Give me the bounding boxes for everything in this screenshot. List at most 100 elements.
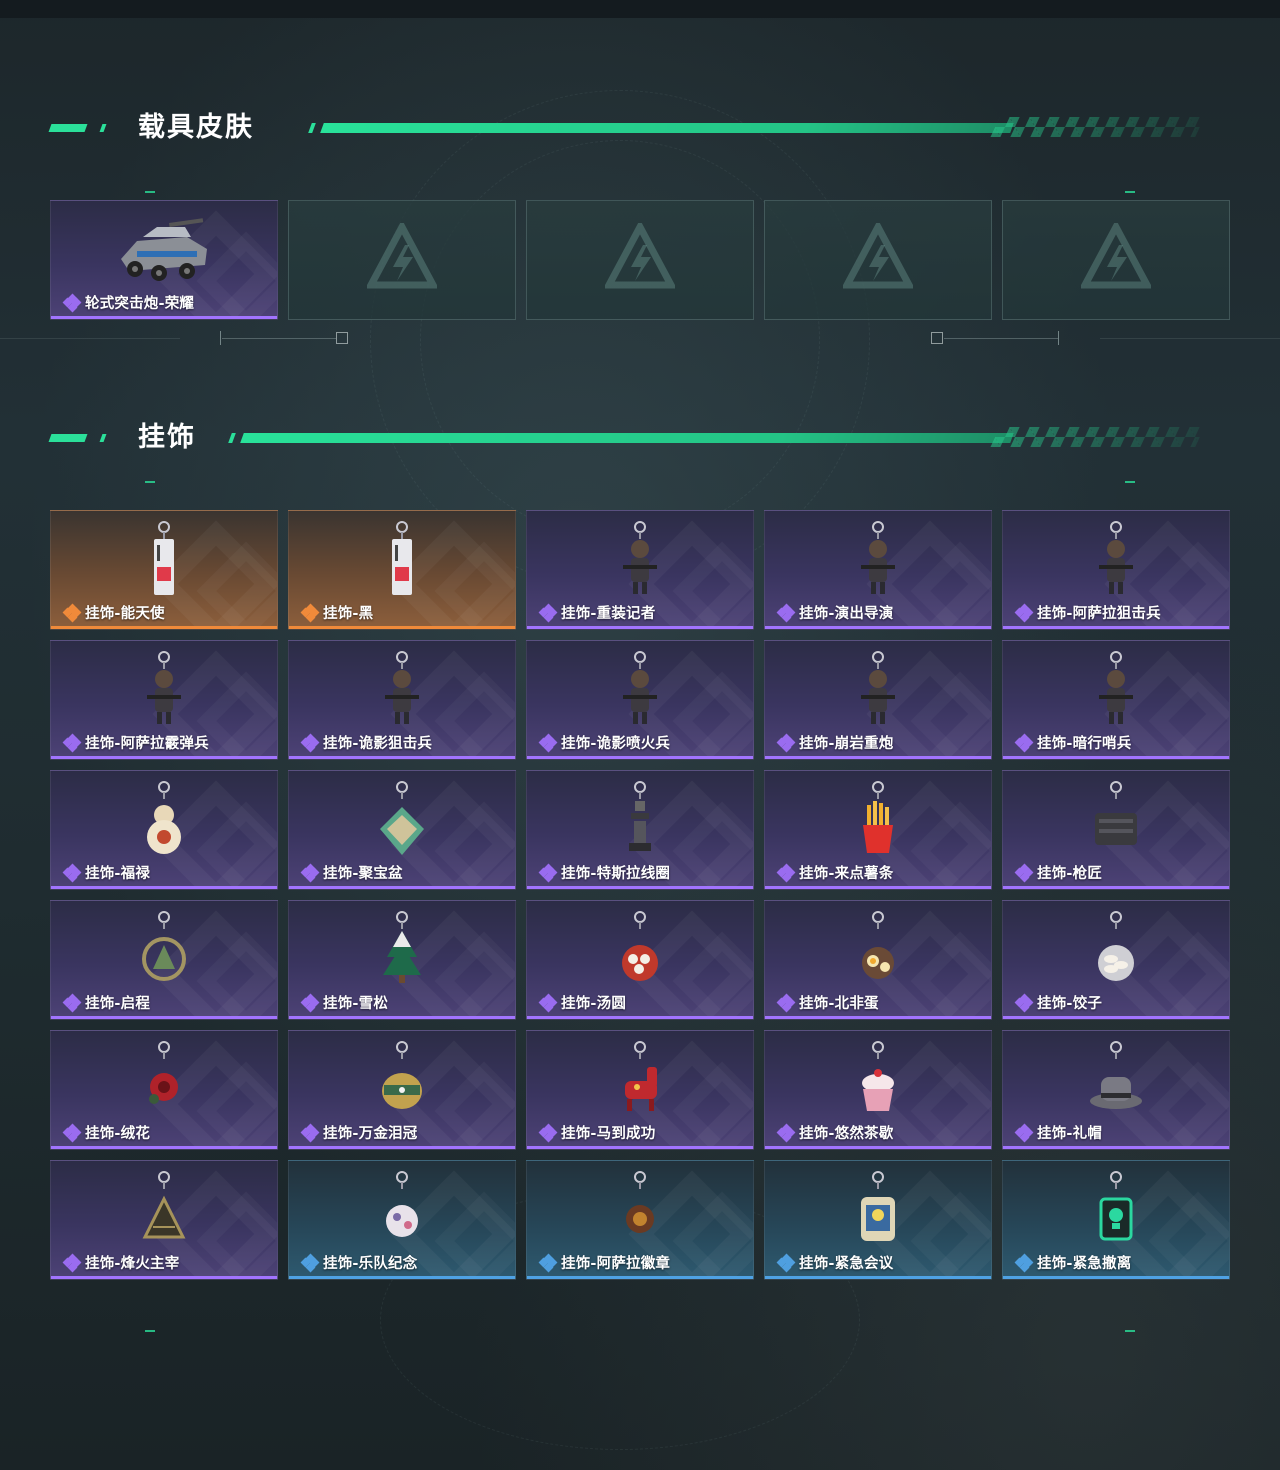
rarity-bar	[765, 1146, 991, 1149]
header-accent-dash	[48, 124, 88, 132]
game-logo-icon	[603, 219, 677, 293]
header-accent-bar	[240, 433, 1014, 443]
item-card[interactable]: 挂饰-暗行哨兵	[1002, 640, 1230, 760]
bowl-charm-icon	[585, 907, 695, 993]
divider-tick	[220, 331, 221, 345]
item-card[interactable]: 挂饰-乐队纪念	[288, 1160, 516, 1280]
rarity-bar	[289, 626, 515, 629]
rarity-icon	[538, 993, 558, 1012]
rarity-icon	[776, 1123, 796, 1142]
rarity-bar	[289, 886, 515, 889]
item-card[interactable]: 挂饰-紧急会议	[764, 1160, 992, 1280]
rarity-bar	[1003, 756, 1229, 759]
rarity-bar	[765, 1276, 991, 1279]
item-label: 挂饰-演出导演	[776, 602, 894, 623]
rarity-bar	[765, 626, 991, 629]
rarity-icon	[62, 293, 82, 312]
badge-charm-icon	[347, 1167, 457, 1253]
item-card[interactable]: 挂饰-阿萨拉霰弹兵	[50, 640, 278, 760]
empty-slot	[288, 200, 516, 320]
rarity-icon	[1014, 733, 1034, 752]
rarity-bar	[1003, 626, 1229, 629]
rarity-icon	[776, 863, 796, 882]
rarity-icon	[1014, 863, 1034, 882]
rarity-icon	[1014, 603, 1034, 622]
item-label: 挂饰-福禄	[62, 862, 150, 883]
item-label: 挂饰-能天使	[62, 602, 165, 623]
item-card[interactable]: 挂饰-汤圆	[526, 900, 754, 1020]
item-card[interactable]: 挂饰-阿萨拉徽章	[526, 1160, 754, 1280]
rarity-bar	[765, 1016, 991, 1019]
rarity-icon	[300, 863, 320, 882]
item-label: 挂饰-马到成功	[538, 1122, 656, 1143]
item-name: 挂饰-烽火主宰	[85, 1256, 180, 1272]
item-label: 挂饰-阿萨拉霰弹兵	[62, 732, 209, 753]
item-card[interactable]: 挂饰-悠然茶歇	[764, 1030, 992, 1150]
item-label: 挂饰-启程	[62, 992, 150, 1013]
item-label: 挂饰-诡影狙击兵	[300, 732, 432, 753]
item-card[interactable]: 挂饰-聚宝盆	[288, 770, 516, 890]
rarity-icon	[62, 1123, 82, 1142]
item-card[interactable]: 挂饰-饺子	[1002, 900, 1230, 1020]
item-card[interactable]: 挂饰-来点薯条	[764, 770, 992, 890]
item-card[interactable]: 挂饰-重装记者	[526, 510, 754, 630]
figure-charm-icon	[823, 647, 933, 733]
coil-charm-icon	[585, 777, 695, 863]
item-label: 挂饰-枪匠	[1014, 862, 1102, 883]
rarity-bar	[51, 626, 277, 629]
item-name: 挂饰-北非蛋	[799, 996, 879, 1012]
fries-charm-icon	[823, 777, 933, 863]
item-card[interactable]: 挂饰-枪匠	[1002, 770, 1230, 890]
rarity-icon	[1014, 1123, 1034, 1142]
item-name: 挂饰-演出导演	[799, 606, 894, 622]
item-card[interactable]: 挂饰-阿萨拉狙击兵	[1002, 510, 1230, 630]
rarity-bar	[1003, 1276, 1229, 1279]
horse-charm-icon	[585, 1037, 695, 1123]
gun-case-charm-icon	[1061, 777, 1171, 863]
item-name: 挂饰-阿萨拉霰弹兵	[85, 736, 209, 752]
header-accent-dash	[48, 434, 88, 442]
item-card[interactable]: 挂饰-烽火主宰	[50, 1160, 278, 1280]
item-label: 挂饰-暗行哨兵	[1014, 732, 1131, 753]
item-card[interactable]: 挂饰-启程	[50, 900, 278, 1020]
crown-charm-icon	[347, 1037, 457, 1123]
item-card[interactable]: 挂饰-能天使	[50, 510, 278, 630]
item-label: 挂饰-北非蛋	[776, 992, 879, 1013]
item-card[interactable]: 挂饰-紧急撤离	[1002, 1160, 1230, 1280]
tag-charm-icon	[347, 517, 457, 603]
rarity-icon	[776, 1253, 796, 1272]
item-card[interactable]: 挂饰-崩岩重炮	[764, 640, 992, 760]
item-card[interactable]: 挂饰-万金泪冠	[288, 1030, 516, 1150]
rarity-bar	[765, 886, 991, 889]
figure-charm-icon	[109, 647, 219, 733]
rarity-icon	[62, 993, 82, 1012]
empty-slot	[526, 200, 754, 320]
triangle-charm-icon	[109, 1167, 219, 1253]
rarity-bar	[289, 1276, 515, 1279]
item-card[interactable]: 轮式突击炮-荣耀	[50, 200, 278, 320]
rarity-bar	[527, 626, 753, 629]
item-card[interactable]: 挂饰-特斯拉线圈	[526, 770, 754, 890]
item-card[interactable]: 挂饰-马到成功	[526, 1030, 754, 1150]
item-name: 挂饰-乐队纪念	[323, 1256, 418, 1272]
item-card[interactable]: 挂饰-演出导演	[764, 510, 992, 630]
item-card[interactable]: 挂饰-绒花	[50, 1030, 278, 1150]
figure-charm-icon	[1061, 517, 1171, 603]
item-label: 挂饰-绒花	[62, 1122, 150, 1143]
item-label: 挂饰-来点薯条	[776, 862, 893, 883]
header-bar-stub	[308, 123, 316, 133]
item-card[interactable]: 挂饰-福禄	[50, 770, 278, 890]
item-label: 挂饰-汤圆	[538, 992, 626, 1013]
item-card[interactable]: 挂饰-诡影喷火兵	[526, 640, 754, 760]
dumpling-charm-icon	[1061, 907, 1171, 993]
item-card[interactable]: 挂饰-礼帽	[1002, 1030, 1230, 1150]
item-card[interactable]: 挂饰-诡影狙击兵	[288, 640, 516, 760]
item-name: 挂饰-马到成功	[561, 1126, 656, 1142]
item-card[interactable]: 挂饰-北非蛋	[764, 900, 992, 1020]
rarity-bar	[51, 316, 277, 319]
item-name: 挂饰-饺子	[1037, 996, 1103, 1012]
item-card[interactable]: 挂饰-雪松	[288, 900, 516, 1020]
item-card[interactable]: 挂饰-黑	[288, 510, 516, 630]
rarity-bar	[765, 756, 991, 759]
item-name: 轮式突击炮-荣耀	[85, 296, 195, 312]
